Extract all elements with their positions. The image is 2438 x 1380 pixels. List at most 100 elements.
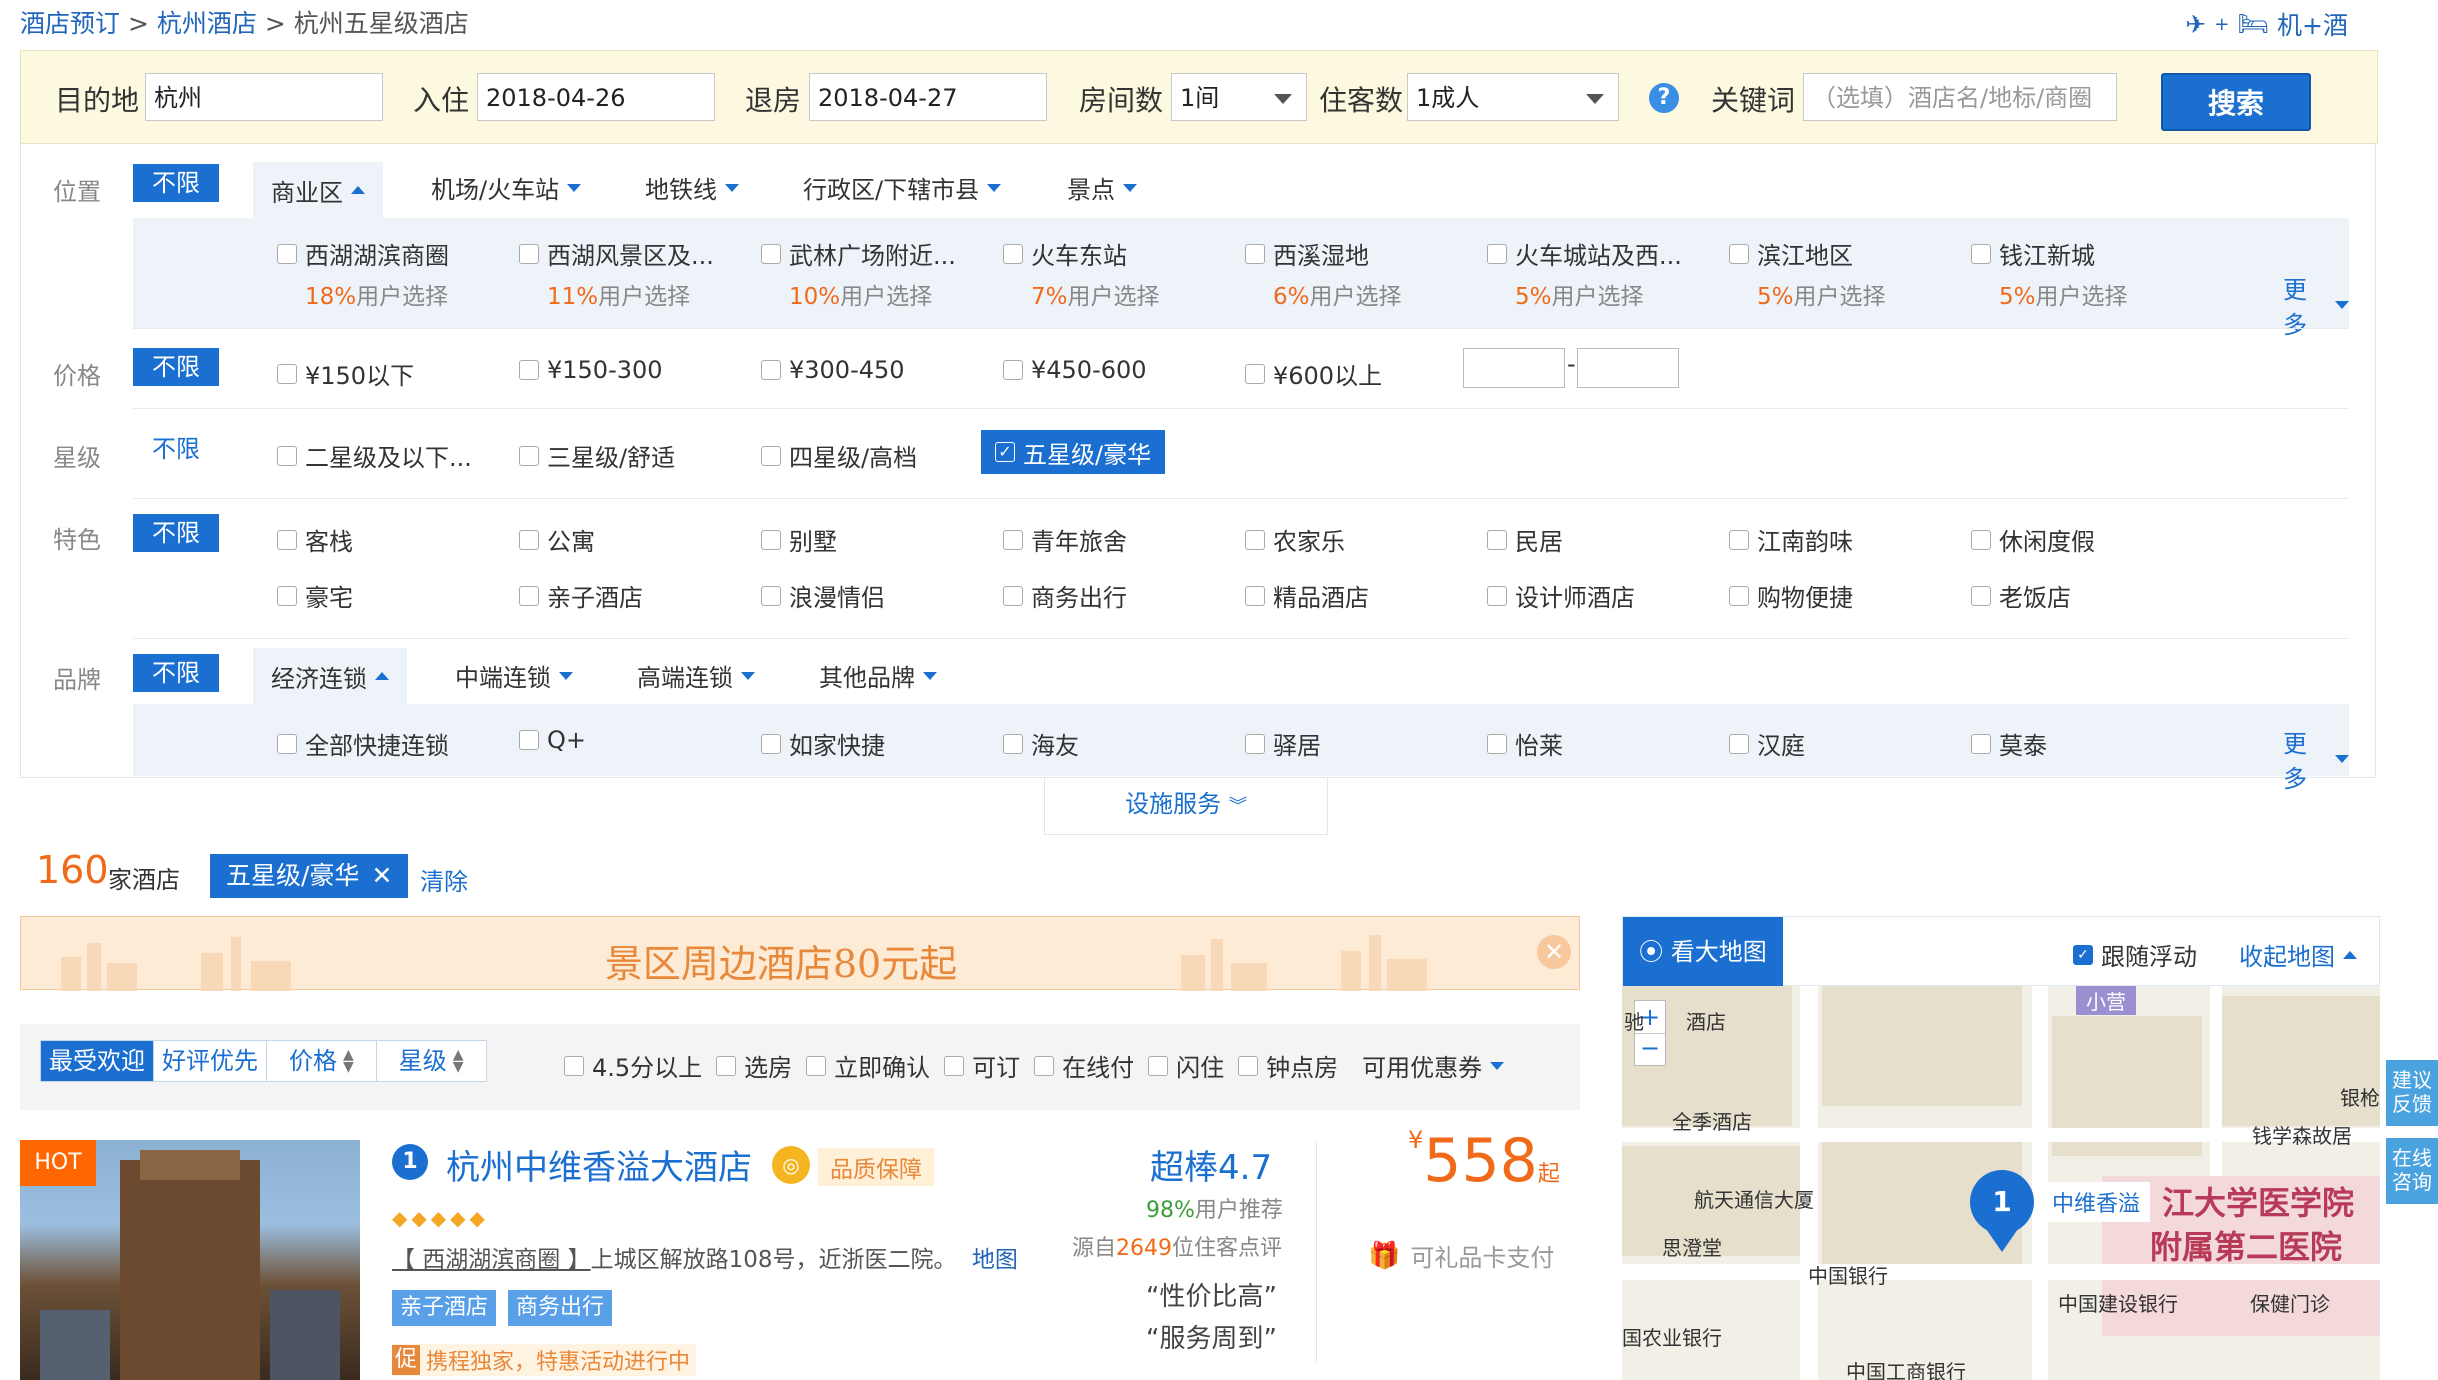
location-option[interactable]: 西溪湿地 6%用户选择 [1245,236,1402,311]
tab-economy-chain[interactable]: 经济连锁 [253,648,407,704]
location-option[interactable]: 西湖湖滨商圈 18%用户选择 [277,236,449,311]
zoom-out-icon[interactable]: − [1635,1034,1665,1065]
map[interactable]: + − 驰 酒店 全季酒店 航天通信大厦 思澄堂 中国银行 国农业银行 中国工商… [1622,986,2380,1380]
checkbox[interactable] [564,1055,584,1076]
location-option[interactable]: 火车东站 7%用户选择 [1003,236,1160,311]
star-option[interactable]: 四星级/高档 [761,438,917,473]
checkbox[interactable] [1487,243,1507,264]
price-option[interactable]: ¥450-600 [1003,356,1147,384]
checkbox[interactable] [1245,243,1265,264]
checkbox[interactable] [1487,585,1507,606]
price-unlimited[interactable]: 不限 [133,348,219,386]
brand-option[interactable]: 如家快捷 [761,726,885,761]
star-option[interactable]: 三星级/舒适 [519,438,675,473]
checkbox[interactable] [277,363,297,384]
checkbox[interactable] [1238,1055,1259,1076]
hotel-name[interactable]: 杭州中维香溢大酒店 [446,1140,752,1189]
checkbox[interactable] [277,243,297,264]
checkbox[interactable] [761,243,781,264]
checkin-input[interactable]: 2018-04-26 [477,73,715,121]
checkbox[interactable] [519,360,539,380]
rooms-select[interactable]: 1间 [1171,73,1307,121]
location-option[interactable]: 滨江地区 5%用户选择 [1729,236,1886,311]
checkbox[interactable] [1245,529,1265,550]
feature-option[interactable]: 民居 [1487,522,1563,557]
sort-star[interactable]: 星级 ▲ ▼ [376,1041,486,1081]
quick-filter[interactable]: 闪住 [1148,1048,1224,1083]
hotel-price[interactable]: ¥558起 [1408,1126,1560,1196]
tab-metro[interactable]: 地铁线 [645,170,739,205]
map-link[interactable]: 地图 [972,1247,1018,1273]
keyword-input[interactable]: （选填）酒店名/地标/商圈 [1803,73,2117,121]
checkbox[interactable] [1971,529,1991,550]
view-large-map-button[interactable]: ⦿ 看大地图 [1623,917,1783,987]
checkbox[interactable] [1003,733,1023,754]
checkbox[interactable] [277,445,297,466]
checkbox[interactable] [519,243,539,264]
brand-option[interactable]: 怡莱 [1487,726,1563,761]
help-icon[interactable]: ? [1649,83,1679,113]
checkbox-checked[interactable]: ✓ [2073,944,2093,965]
location-unlimited[interactable]: 不限 [133,164,219,202]
feature-option[interactable]: 别墅 [761,522,837,557]
checkbox[interactable] [806,1055,827,1076]
flight-hotel-link[interactable]: ✈ + 🛏 机+酒 [2185,6,2348,42]
tab-midrange-chain[interactable]: 中端连锁 [455,658,573,693]
collapse-map-link[interactable]: 收起地图 [2239,937,2357,972]
checkbox-checked[interactable]: ✓ [995,442,1015,462]
sort-popular[interactable]: 最受欢迎 [41,1041,154,1081]
sort-rating[interactable]: 好评优先 [154,1041,267,1081]
checkbox[interactable] [1245,733,1265,754]
quick-filter[interactable]: 4.5分以上 [564,1048,702,1083]
location-option[interactable]: 武林广场附近... 10%用户选择 [761,236,956,311]
quick-filter[interactable]: 钟点房 [1238,1048,1338,1083]
checkbox[interactable] [1034,1055,1055,1076]
checkbox[interactable] [1971,733,1991,754]
checkbox[interactable] [761,360,781,380]
feature-option[interactable]: 购物便捷 [1729,578,1853,613]
feature-option[interactable]: 豪宅 [277,578,353,613]
checkbox[interactable] [1245,585,1265,606]
checkbox[interactable] [1971,243,1991,264]
star-option-selected[interactable]: ✓ 五星级/豪华 [981,430,1166,474]
location-option[interactable]: 火车城站及西... 5%用户选择 [1487,236,1682,311]
checkbox[interactable] [519,445,539,466]
checkbox[interactable] [716,1055,737,1076]
price-option[interactable]: ¥150以下 [277,356,414,391]
brand-unlimited[interactable]: 不限 [133,654,219,692]
tab-business-district[interactable]: 商业区 [253,162,383,218]
feature-option[interactable]: 江南韵味 [1729,522,1853,557]
checkbox[interactable] [1729,243,1749,264]
close-icon[interactable]: ✕ [1537,935,1571,969]
search-button[interactable]: 搜索 [2161,73,2311,131]
quick-filter[interactable]: 选房 [716,1048,792,1083]
hotel-photo[interactable]: HOT [20,1140,360,1380]
tab-highend-chain[interactable]: 高端连锁 [637,658,755,693]
checkbox[interactable] [277,529,297,550]
checkbox[interactable] [761,585,781,606]
feature-option[interactable]: 青年旅舍 [1003,522,1127,557]
checkbox[interactable] [1003,529,1023,550]
price-option[interactable]: ¥600以上 [1245,356,1382,391]
price-option[interactable]: ¥300-450 [761,356,905,384]
feature-option[interactable]: 精品酒店 [1245,578,1369,613]
checkbox[interactable] [1729,733,1749,754]
brand-option[interactable]: 驿居 [1245,726,1321,761]
brand-option[interactable]: 莫泰 [1971,726,2047,761]
star-unlimited[interactable]: 不限 [133,430,219,468]
checkbox[interactable] [519,730,539,750]
checkbox[interactable] [277,733,297,754]
feature-option[interactable]: 休闲度假 [1971,522,2095,557]
location-option[interactable]: 西湖风景区及... 11%用户选择 [519,236,714,311]
checkout-input[interactable]: 2018-04-27 [809,73,1047,121]
map-pin-label[interactable]: 中维香溢 [2042,1182,2151,1222]
checkbox[interactable] [1003,360,1023,380]
quick-filter[interactable]: 在线付 [1034,1048,1134,1083]
location-more[interactable]: 更多 [2283,270,2349,340]
breadcrumb-home[interactable]: 酒店预订 [20,9,120,38]
selected-filter-tag[interactable]: 五星级/豪华 ✕ [210,854,409,898]
consult-button[interactable]: 在线咨询 [2386,1138,2438,1204]
facility-services-toggle[interactable]: 设施服务 ︾ [1044,778,1328,835]
tab-district[interactable]: 行政区/下辖市县 [803,170,1002,205]
guests-select[interactable]: 1成人 [1407,73,1619,121]
